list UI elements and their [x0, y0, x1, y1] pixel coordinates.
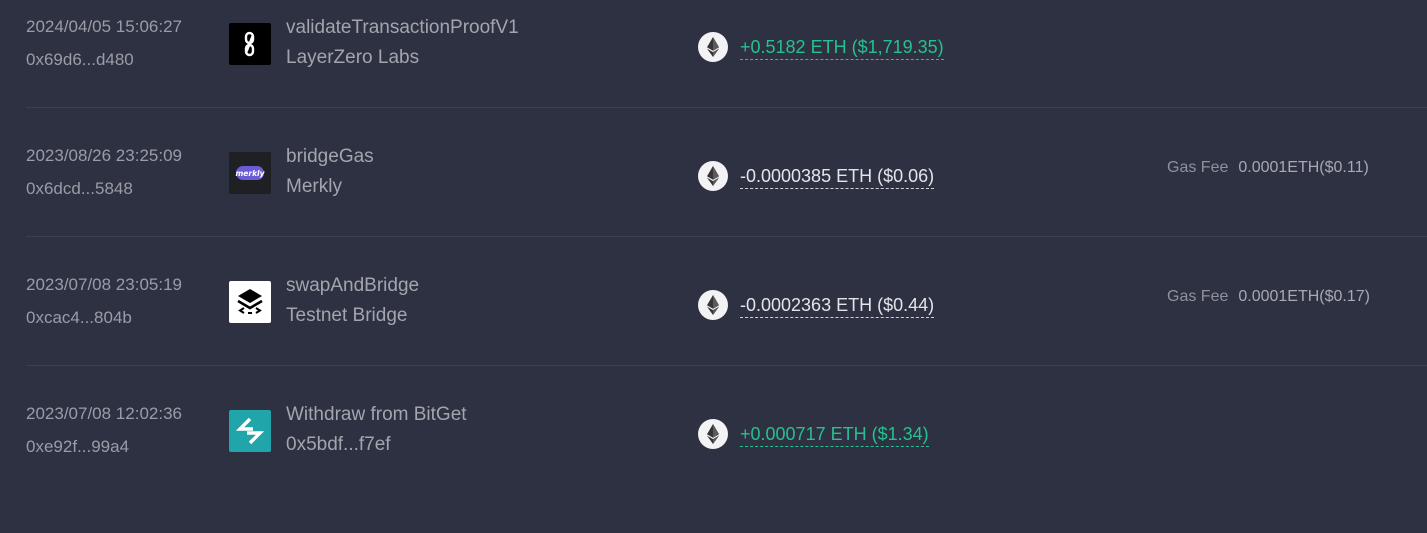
- row-divider: [26, 365, 1427, 366]
- transaction-row: 2023/07/08 12:02:36 0xe92f...99a4 Withdr…: [0, 387, 1427, 516]
- layerzero-logo-icon: [229, 23, 271, 65]
- transaction-method: validateTransactionProofV1: [286, 17, 519, 38]
- transaction-date: 2023/08/26 23:25:09: [26, 146, 182, 165]
- transaction-method: Withdraw from BitGet: [286, 404, 467, 425]
- gas-fee-value: 0.0001ETH($0.17): [1238, 288, 1370, 305]
- transaction-time-column: 2024/04/05 15:06:27 0x69d6...d480: [26, 17, 182, 70]
- transaction-amount-link[interactable]: -0.0000385 ETH ($0.06): [740, 165, 935, 189]
- transaction-time-column: 2023/08/26 23:25:09 0x6dcd...5848: [26, 146, 182, 199]
- svg-text:merkly: merkly: [235, 169, 265, 178]
- transaction-counterparty-address[interactable]: 0x5bdf...f7ef: [286, 434, 467, 456]
- transaction-row: 2024/04/05 15:06:27 0x69d6...d480 valida…: [0, 0, 1427, 129]
- transaction-method: bridgeGas: [286, 146, 374, 167]
- transaction-project[interactable]: LayerZero Labs: [286, 47, 519, 69]
- ethereum-icon: [698, 290, 728, 320]
- transaction-amount-link[interactable]: +0.5182 ETH ($1,719.35): [740, 36, 944, 60]
- row-divider: [26, 107, 1427, 108]
- transaction-method-column: Withdraw from BitGet 0x5bdf...f7ef: [286, 404, 467, 456]
- gas-fee-label: Gas Fee: [1167, 288, 1229, 305]
- transaction-method-column: bridgeGas Merkly: [286, 146, 374, 198]
- transaction-list: 2024/04/05 15:06:27 0x69d6...d480 valida…: [0, 0, 1427, 533]
- transaction-method: swapAndBridge: [286, 275, 420, 296]
- ethereum-icon: [698, 161, 728, 191]
- testnet-bridge-logo-icon: [229, 281, 271, 323]
- transaction-date: 2024/04/05 15:06:27: [26, 17, 182, 36]
- transaction-hash-link[interactable]: 0x69d6...d480: [26, 50, 182, 70]
- ethereum-icon: [698, 419, 728, 449]
- transaction-date: 2023/07/08 12:02:36: [26, 404, 182, 423]
- gas-fee: Gas Fee 0.0001ETH($0.17): [1167, 287, 1370, 307]
- transaction-hash-link[interactable]: 0x6dcd...5848: [26, 179, 182, 199]
- transaction-date: 2023/07/08 23:05:19: [26, 275, 182, 294]
- transaction-hash-link[interactable]: 0xcac4...804b: [26, 308, 182, 328]
- row-divider: [26, 236, 1427, 237]
- transaction-method-column: validateTransactionProofV1 LayerZero Lab…: [286, 17, 519, 69]
- transaction-method-column: swapAndBridge Testnet Bridge: [286, 275, 419, 327]
- transaction-time-column: 2023/07/08 12:02:36 0xe92f...99a4: [26, 404, 182, 457]
- ethereum-icon: [698, 32, 728, 62]
- transaction-project[interactable]: Merkly: [286, 176, 374, 198]
- transaction-amount-link[interactable]: -0.0002363 ETH ($0.44): [740, 294, 935, 318]
- gas-fee: Gas Fee 0.0001ETH($0.11): [1167, 158, 1369, 178]
- transaction-row: 2023/08/26 23:25:09 0x6dcd...5848 merkly…: [0, 129, 1427, 258]
- merkly-logo-icon: merkly: [229, 152, 271, 194]
- gas-fee-label: Gas Fee: [1167, 159, 1229, 176]
- gas-fee-value: 0.0001ETH($0.11): [1238, 159, 1369, 176]
- transaction-project[interactable]: Testnet Bridge: [286, 305, 419, 327]
- transaction-row: 2023/07/08 23:05:19 0xcac4...804b swapAn…: [0, 258, 1427, 387]
- transaction-hash-link[interactable]: 0xe92f...99a4: [26, 437, 182, 457]
- transaction-time-column: 2023/07/08 23:05:19 0xcac4...804b: [26, 275, 182, 328]
- transaction-amount-link[interactable]: +0.000717 ETH ($1.34): [740, 423, 929, 447]
- bitget-logo-icon: [229, 410, 271, 452]
